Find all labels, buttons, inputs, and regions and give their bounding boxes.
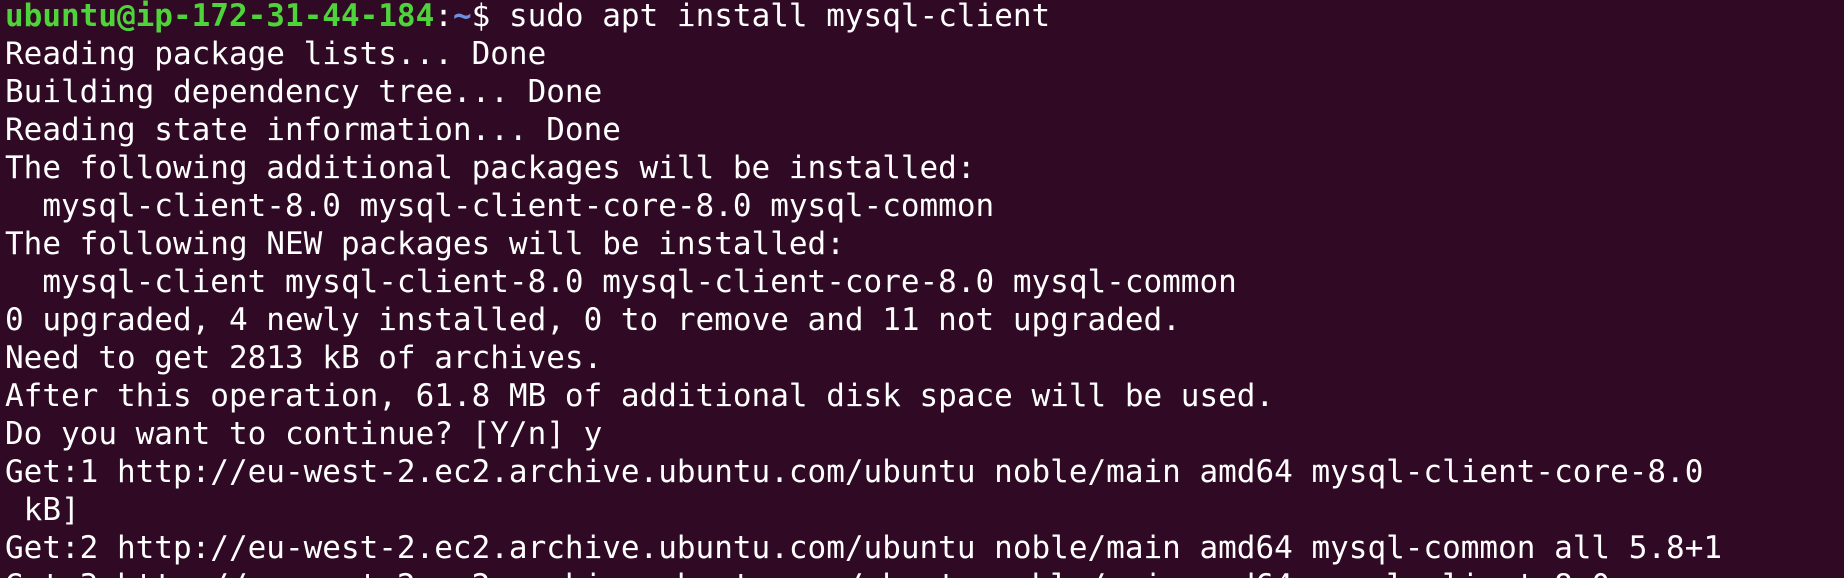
output-line: Reading package lists... Done xyxy=(5,36,547,72)
output-line: mysql-client mysql-client-8.0 mysql-clie… xyxy=(5,264,1237,300)
output-line: Reading state information... Done xyxy=(5,112,621,148)
output-line: kB] xyxy=(5,492,80,528)
output-line: Need to get 2813 kB of archives. xyxy=(5,340,603,376)
prompt-symbol: $ xyxy=(471,0,509,34)
output-line: After this operation, 61.8 MB of additio… xyxy=(5,378,1275,414)
prompt-separator: : xyxy=(434,0,453,34)
command-prompt-line: ubuntu@ip-172-31-44-184:~$ sudo apt inst… xyxy=(5,0,1844,35)
output-line-partial: Get:3 http://eu-west-2.ec2.archive.ubunt… xyxy=(5,567,1844,578)
output-line: Do you want to continue? [Y/n] y xyxy=(5,416,603,452)
output-line: Building dependency tree... Done xyxy=(5,74,603,110)
output-line: Get:1 http://eu-west-2.ec2.archive.ubunt… xyxy=(5,454,1704,490)
prompt-path: ~ xyxy=(452,0,472,34)
output-line: Get:2 http://eu-west-2.ec2.archive.ubunt… xyxy=(5,530,1723,566)
terminal-window[interactable]: ubuntu@ip-172-31-44-184:~$ sudo apt inst… xyxy=(0,0,1844,578)
output-line: mysql-client-8.0 mysql-client-core-8.0 m… xyxy=(5,188,995,224)
output-line: 0 upgraded, 4 newly installed, 0 to remo… xyxy=(5,302,1181,338)
command-text: sudo apt install mysql-client xyxy=(508,0,1051,34)
output-line: The following additional packages will b… xyxy=(5,150,976,186)
prompt-user-host: ubuntu@ip-172-31-44-184 xyxy=(5,0,435,34)
output-line: The following NEW packages will be insta… xyxy=(5,226,845,262)
